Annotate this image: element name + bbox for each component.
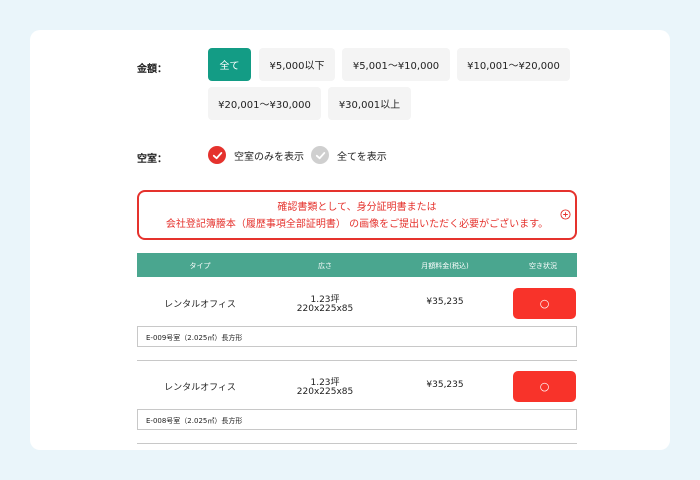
vacancy-option-available-only[interactable]: 空室のみを表示 xyxy=(208,146,304,164)
header-size: 広さ xyxy=(318,262,332,270)
plus-circle-icon[interactable] xyxy=(560,209,571,220)
notice-box: 確認書類として、身分証明書または 会社登記簿謄本（履歴事項全部証明書） の画像を… xyxy=(137,190,577,240)
header-price: 月額料金(税込) xyxy=(421,262,469,270)
price-option-20001-30000[interactable]: ¥20,001〜¥30,000 xyxy=(208,87,321,120)
check-circle-icon xyxy=(311,146,329,164)
row-price: ¥35,235 xyxy=(426,380,464,390)
price-filter-label: 金額： xyxy=(137,64,167,75)
vacancy-option-show-all[interactable]: 全てを表示 xyxy=(311,146,387,164)
notice-line-2: 会社登記簿謄本（履歴事項全部証明書） の画像をご提出いただく必要がございます。 xyxy=(165,219,549,230)
price-option-under-5000[interactable]: ¥5,000以下 xyxy=(259,48,335,81)
check-circle-icon xyxy=(208,146,226,164)
header-type: タイプ xyxy=(189,262,211,270)
row-divider xyxy=(137,443,577,444)
table-header: タイプ 広さ 月額料金(税込) 空き状況 xyxy=(137,253,577,277)
room-note: E-008号室（2.025㎡）長方形 xyxy=(137,409,577,430)
availability-button[interactable]: ○ xyxy=(513,288,576,319)
vacancy-option-label: 全てを表示 xyxy=(337,151,387,163)
header-status: 空き状況 xyxy=(529,262,557,270)
vacancy-option-label: 空室のみを表示 xyxy=(234,151,304,163)
row-price: ¥35,235 xyxy=(426,297,464,307)
row-size-dims: 220x225x85 xyxy=(296,387,354,397)
room-note: E-009号室（2.025㎡）長方形 xyxy=(137,326,577,347)
row-type: レンタルオフィス xyxy=(164,300,236,310)
row-divider xyxy=(137,360,577,361)
price-option-5001-10000[interactable]: ¥5,001〜¥10,000 xyxy=(342,48,450,81)
notice-line-1: 確認書類として、身分証明書または xyxy=(277,202,437,213)
availability-button[interactable]: ○ xyxy=(513,371,576,402)
price-option-over-30001[interactable]: ¥30,001以上 xyxy=(328,87,411,120)
row-type: レンタルオフィス xyxy=(164,383,236,393)
table-row: レンタルオフィス 1.23坪 220x225x85 ¥35,235 ○ xyxy=(137,280,577,330)
row-size-dims: 220x225x85 xyxy=(296,304,354,314)
content-card: 金額： 全て ¥5,000以下 ¥5,001〜¥10,000 ¥10,001〜¥… xyxy=(30,30,670,450)
price-option-10001-20000[interactable]: ¥10,001〜¥20,000 xyxy=(457,48,570,81)
table-row: レンタルオフィス 1.23坪 220x225x85 ¥35,235 ○ xyxy=(137,363,577,413)
price-option-all[interactable]: 全て xyxy=(208,48,251,81)
vacancy-filter-label: 空室： xyxy=(137,154,167,165)
